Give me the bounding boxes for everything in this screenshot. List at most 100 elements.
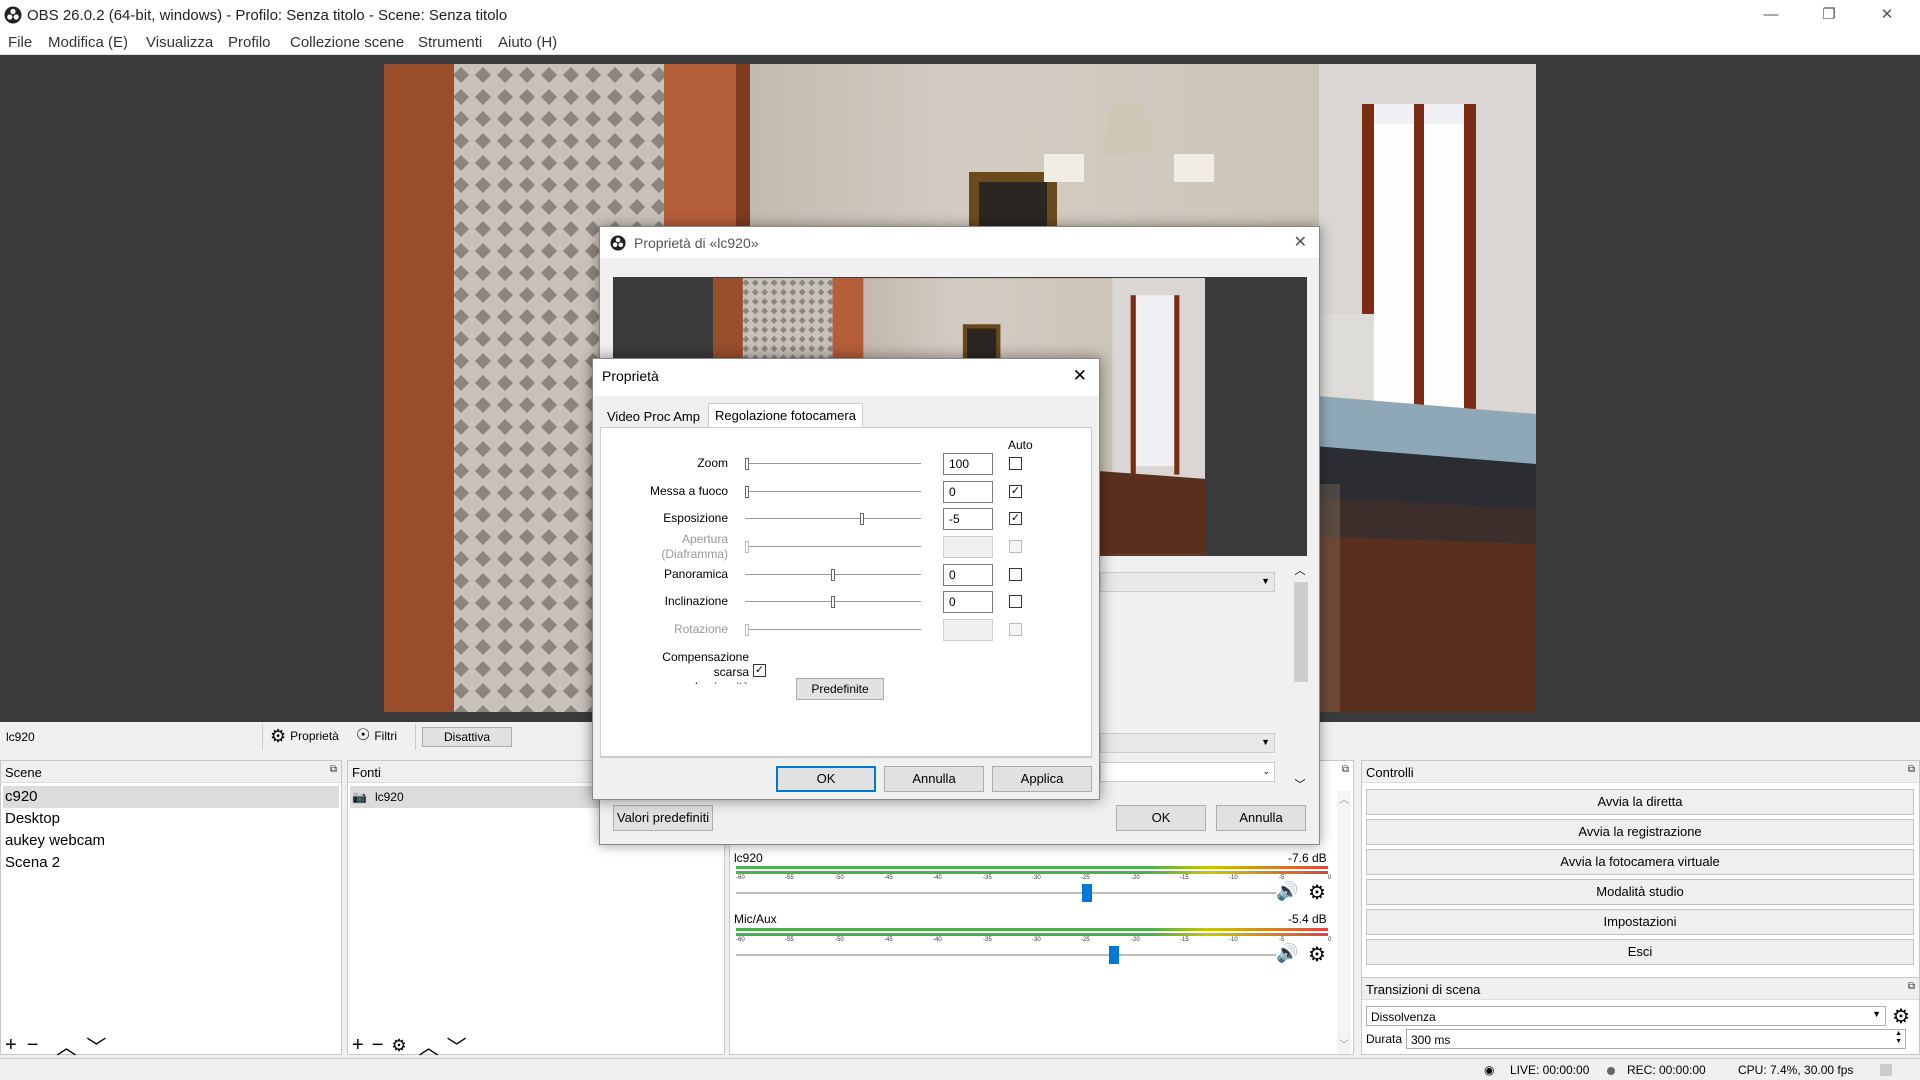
control-value-input[interactable]: 100 — [943, 453, 993, 475]
control-slider-track[interactable] — [745, 491, 921, 493]
meter-tick-label: -50 — [835, 937, 844, 943]
ok-button[interactable]: OK — [1116, 805, 1206, 831]
gear-icon[interactable]: ⚙ — [1308, 942, 1326, 967]
sources-toolbar: + − ⚙ ︿ ﹀ — [352, 1031, 467, 1060]
scroll-thumb[interactable] — [1294, 582, 1308, 682]
control-slider-thumb[interactable] — [831, 596, 835, 608]
gear-icon[interactable]: ⚙ — [1892, 1004, 1910, 1029]
menu-scene-collection[interactable]: Collezione scene — [290, 34, 404, 51]
move-up-icon[interactable]: ︿ — [419, 1031, 439, 1060]
mixer-scrollbar[interactable]: ︿ ﹀ — [1337, 791, 1351, 1053]
tab-video-proc-amp[interactable]: Video Proc Amp — [601, 405, 706, 429]
volume-slider-track[interactable] — [736, 892, 1276, 894]
menu-help[interactable]: Aiuto (H) — [498, 34, 557, 51]
meter-tick-label: -30 — [1032, 937, 1041, 943]
divider — [262, 724, 263, 750]
scroll-down-icon[interactable]: ﹀ — [1290, 776, 1310, 792]
start-virtual-camera-button[interactable]: Avvia la fotocamera virtuale — [1366, 849, 1914, 875]
auto-checkbox[interactable]: ✓ — [1009, 485, 1022, 498]
volume-slider-track[interactable] — [736, 954, 1276, 956]
duration-input[interactable]: 300 ms ▲ ▼ — [1406, 1029, 1906, 1049]
remove-icon[interactable]: − — [372, 1034, 384, 1057]
move-down-icon[interactable]: ﹀ — [86, 1031, 106, 1060]
scene-item[interactable]: c920 — [3, 786, 339, 808]
move-up-icon[interactable]: ︿ — [56, 1031, 76, 1060]
menu-profile[interactable]: Profilo — [228, 34, 271, 51]
auto-checkbox[interactable] — [1009, 595, 1022, 608]
menu-edit[interactable]: Modifica (E) — [48, 34, 128, 51]
float-dock-icon[interactable]: ⧉ — [1342, 764, 1349, 775]
close-window-button[interactable]: ✕ — [1858, 0, 1916, 30]
property-select[interactable]: ⌄ — [1100, 762, 1275, 782]
tab-camera-control[interactable]: Regolazione fotocamera — [708, 403, 863, 427]
start-recording-button[interactable]: Avvia la registrazione — [1366, 819, 1914, 845]
scroll-up-icon[interactable]: ︿ — [1290, 562, 1310, 578]
auto-checkbox[interactable]: ✓ — [1009, 512, 1022, 525]
dialog-title: Proprietà di «lc920» — [634, 235, 759, 251]
transition-select[interactable]: Dissolvenza ▼ — [1366, 1006, 1886, 1026]
exit-button[interactable]: Esci — [1366, 939, 1914, 965]
control-value-input[interactable]: 0 — [943, 481, 993, 503]
speaker-icon[interactable]: 🔊 — [1276, 943, 1298, 964]
cancel-button[interactable]: Annulla — [1216, 805, 1306, 831]
duration-label: Durata — [1366, 1032, 1403, 1046]
move-down-icon[interactable]: ﹀ — [447, 1031, 467, 1060]
menu-tools[interactable]: Strumenti — [418, 34, 482, 51]
defaults-button[interactable]: Predefinite — [796, 678, 884, 700]
maximize-button[interactable]: ❐ — [1800, 0, 1858, 30]
title-bar: OBS 26.0.2 (64-bit, windows) - Profilo: … — [0, 0, 1920, 30]
property-select[interactable]: ▼ — [1100, 733, 1275, 753]
properties-button[interactable]: ⚙ Proprietà — [270, 727, 339, 745]
ok-button[interactable]: OK — [776, 766, 876, 792]
apply-button[interactable]: Applica — [992, 766, 1092, 792]
volume-slider-thumb[interactable] — [1082, 884, 1092, 902]
control-slider-track[interactable] — [745, 518, 921, 520]
scene-item[interactable]: Scena 2 — [3, 852, 62, 874]
spin-arrows-icon[interactable]: ▲ ▼ — [1895, 1030, 1902, 1046]
gear-icon[interactable]: ⚙ — [391, 1036, 406, 1056]
obs-logo-icon — [610, 235, 626, 251]
source-item-label: lc920 — [374, 790, 404, 804]
defaults-button[interactable]: Valori predefiniti — [613, 805, 713, 831]
add-icon[interactable]: + — [352, 1034, 364, 1057]
auto-checkbox[interactable] — [1009, 568, 1022, 581]
control-slider-thumb[interactable] — [831, 569, 835, 581]
control-slider-thumb[interactable] — [745, 458, 749, 470]
properties-scrollbar[interactable]: ︿ ﹀ — [1290, 562, 1310, 792]
chevron-down-icon: ▼ — [1261, 737, 1270, 747]
float-dock-icon[interactable]: ⧉ — [1908, 981, 1915, 992]
float-dock-icon[interactable]: ⧉ — [1908, 764, 1915, 775]
auto-checkbox — [1009, 623, 1022, 636]
control-slider-thumb[interactable] — [745, 486, 749, 498]
control-value-input[interactable]: -5 — [943, 508, 993, 530]
menu-view[interactable]: Visualizza — [146, 34, 213, 51]
cancel-button[interactable]: Annulla — [884, 766, 984, 792]
close-icon[interactable]: ✕ — [1294, 232, 1307, 252]
device-select[interactable]: ▼ — [1100, 572, 1275, 592]
deactivate-button[interactable]: Disattiva — [422, 727, 512, 747]
low-light-checkbox[interactable]: ✓ — [753, 664, 766, 677]
add-icon[interactable]: + — [5, 1034, 17, 1057]
start-streaming-button[interactable]: Avvia la diretta — [1366, 789, 1914, 815]
scene-item[interactable]: aukey webcam — [3, 830, 107, 852]
control-slider-thumb[interactable] — [860, 513, 864, 525]
gear-icon[interactable]: ⚙ — [1308, 880, 1326, 905]
menu-file[interactable]: File — [8, 34, 32, 51]
close-icon[interactable]: ✕ — [1073, 366, 1087, 386]
filters-button[interactable]: ☉ Filtri — [356, 727, 397, 745]
studio-mode-button[interactable]: Modalità studio — [1366, 879, 1914, 905]
auto-checkbox[interactable] — [1009, 457, 1022, 470]
minimize-button[interactable]: — — [1742, 0, 1800, 30]
float-dock-icon[interactable]: ⧉ — [330, 764, 337, 775]
meter-tick-label: -25 — [1081, 937, 1090, 943]
speaker-icon[interactable]: 🔊 — [1276, 881, 1298, 902]
control-slider-track[interactable] — [745, 463, 921, 465]
remove-icon[interactable]: − — [27, 1034, 39, 1057]
volume-meter — [736, 866, 1328, 869]
control-value-input[interactable]: 0 — [943, 591, 993, 613]
volume-slider-thumb[interactable] — [1109, 946, 1119, 964]
control-value-input[interactable]: 0 — [943, 564, 993, 586]
meter-tick-label: -25 — [1081, 875, 1090, 881]
settings-button[interactable]: Impostazioni — [1366, 909, 1914, 935]
scene-item[interactable]: Desktop — [3, 808, 62, 830]
